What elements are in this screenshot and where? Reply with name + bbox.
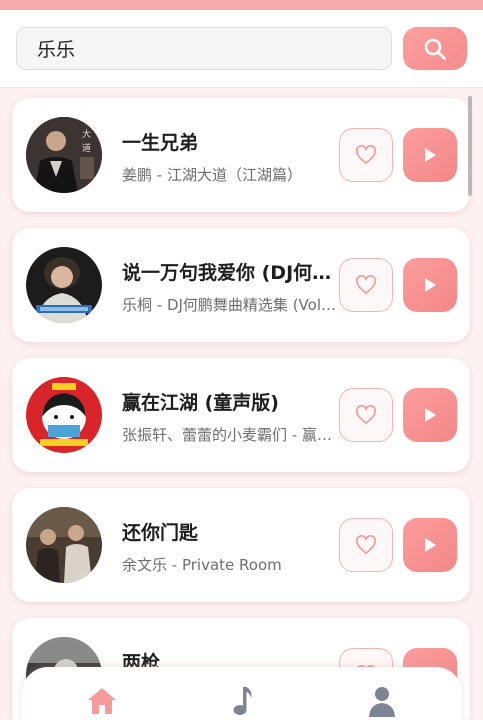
song-card[interactable]: 说一万句我爱你 (DJ何鹏版) 乐桐 - DJ何鹏舞曲精选集 (Vol.1) xyxy=(12,228,470,342)
search-input[interactable] xyxy=(16,27,392,70)
song-title: 赢在江湖 (童声版) xyxy=(122,392,279,414)
user-icon xyxy=(369,687,395,717)
nav-profile[interactable] xyxy=(364,685,400,720)
song-subtitle: 乐桐 - DJ何鹏舞曲精选集 (Vol.1) xyxy=(122,296,340,314)
heart-icon xyxy=(356,145,376,164)
play-button[interactable] xyxy=(403,258,457,312)
favorite-button[interactable] xyxy=(339,518,393,572)
home-icon xyxy=(88,688,116,714)
play-button[interactable] xyxy=(403,128,457,182)
search-button[interactable] xyxy=(403,27,467,70)
heart-icon xyxy=(356,405,376,424)
song-card[interactable]: 赢在江湖 (童声版) 张振轩、蕾蕾的小麦霸们 - 赢在江湖 xyxy=(12,358,470,472)
song-title: 一生兄弟 xyxy=(122,132,199,154)
play-icon xyxy=(425,408,436,422)
song-title: 说一万句我爱你 (DJ何鹏版) xyxy=(122,262,346,284)
play-button[interactable] xyxy=(403,388,457,442)
search-bar xyxy=(0,10,483,88)
album-cover: 大 道 xyxy=(26,117,102,193)
song-title: 还你门匙 xyxy=(122,522,199,544)
song-subtitle: 姜鹏 - 江湖大道（江湖篇） xyxy=(122,166,302,184)
favorite-button[interactable] xyxy=(339,258,393,312)
nav-home[interactable] xyxy=(84,685,120,720)
album-cover xyxy=(26,507,102,583)
play-icon xyxy=(425,148,436,162)
play-icon xyxy=(425,278,436,292)
heart-icon xyxy=(356,535,376,554)
bottom-navigation xyxy=(22,667,462,720)
album-cover xyxy=(26,247,102,323)
nav-music[interactable] xyxy=(224,685,260,720)
favorite-button[interactable] xyxy=(339,128,393,182)
song-subtitle: 张振轩、蕾蕾的小麦霸们 - 赢在江湖 xyxy=(122,426,340,444)
scrollbar[interactable] xyxy=(468,96,472,196)
svg-text:大: 大 xyxy=(82,128,91,140)
music-note-icon xyxy=(233,687,252,715)
play-icon xyxy=(425,538,436,552)
song-list[interactable]: 大 道 一生兄弟 姜鹏 - 江湖大道（江湖篇） 说一万句我爱你 (DJ何鹏版) … xyxy=(0,88,483,720)
svg-text:道: 道 xyxy=(82,142,91,154)
search-icon xyxy=(424,38,446,60)
top-accent-strip xyxy=(0,0,483,10)
album-cover xyxy=(26,377,102,453)
heart-icon xyxy=(356,275,376,294)
song-card[interactable]: 还你门匙 余文乐 - Private Room xyxy=(12,488,470,602)
play-button[interactable] xyxy=(403,518,457,572)
song-subtitle: 余文乐 - Private Room xyxy=(122,556,282,574)
song-card[interactable]: 大 道 一生兄弟 姜鹏 - 江湖大道（江湖篇） xyxy=(12,98,470,212)
favorite-button[interactable] xyxy=(339,388,393,442)
